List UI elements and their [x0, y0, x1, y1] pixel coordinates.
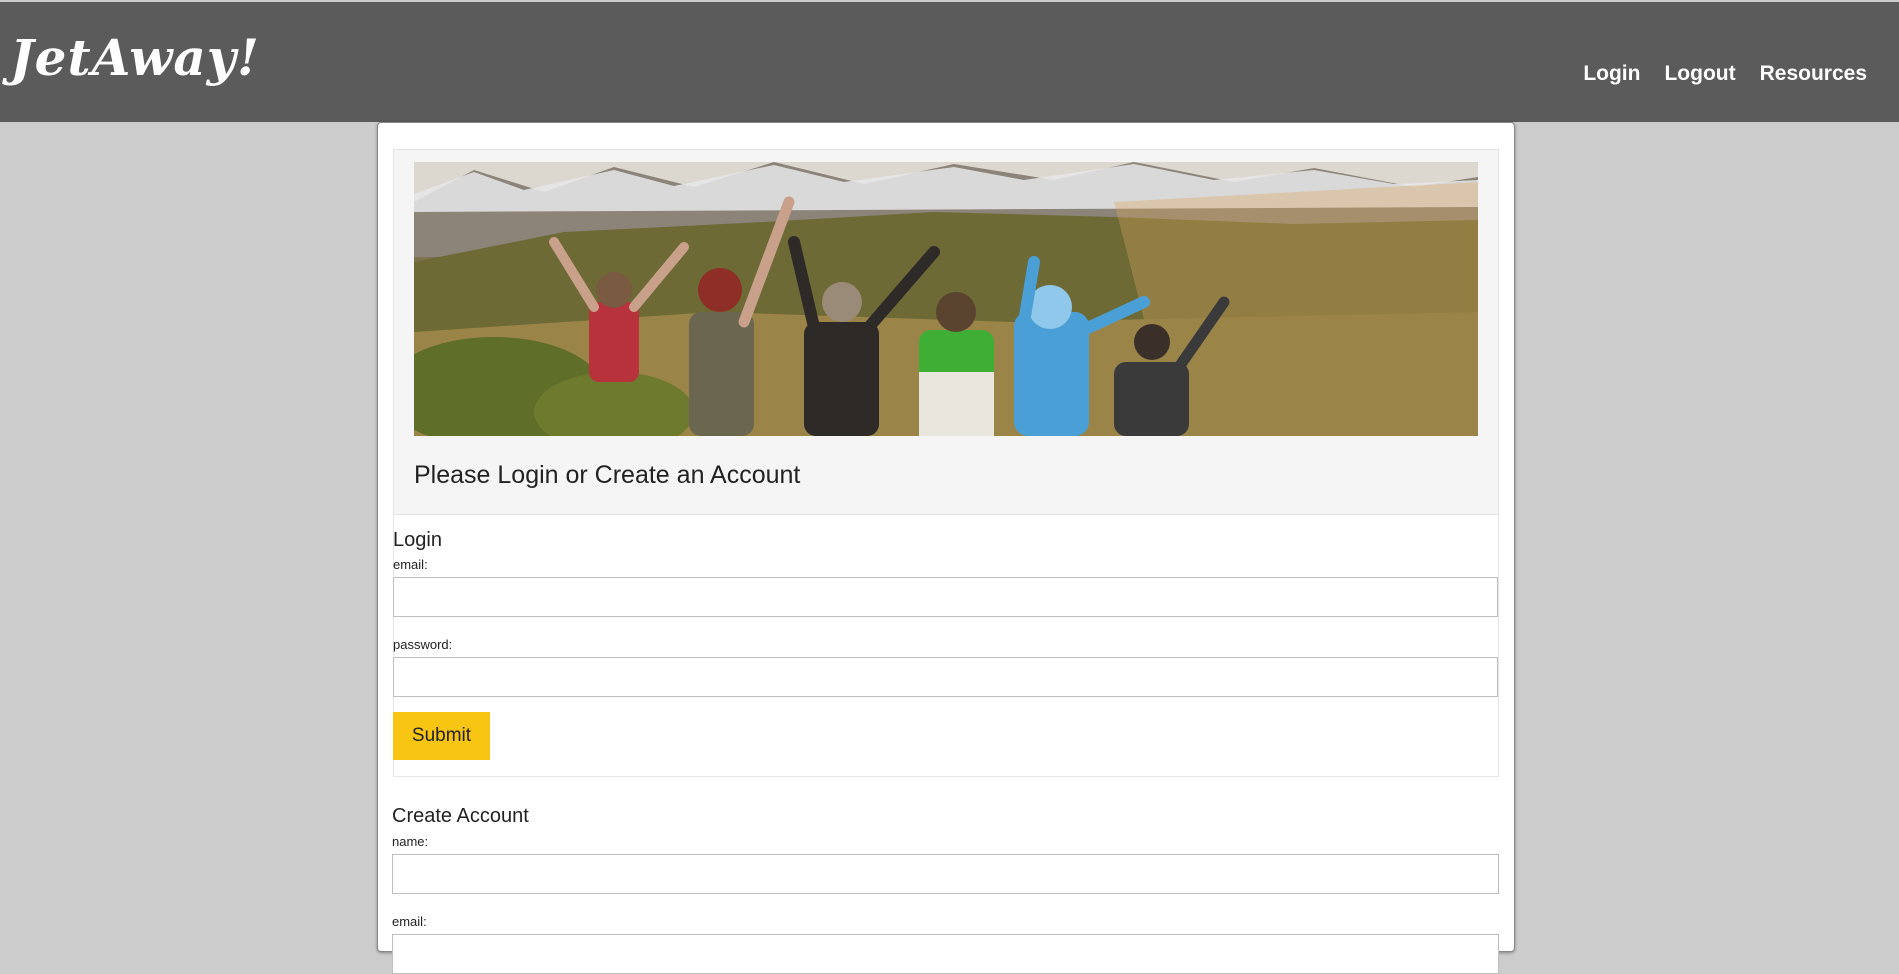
- login-password-input[interactable]: [393, 657, 1498, 697]
- page-title: Please Login or Create an Account: [414, 461, 801, 489]
- nav-login-link[interactable]: Login: [1583, 60, 1640, 88]
- login-email-label: email:: [393, 557, 428, 572]
- create-account-heading: Create Account: [392, 805, 529, 827]
- login-email-input[interactable]: [393, 577, 1498, 617]
- login-password-label: password:: [393, 637, 453, 652]
- login-heading: Login: [393, 529, 442, 551]
- main-nav: Login Logout Resources: [1583, 60, 1867, 88]
- hero-panel: Please Login or Create an Account: [393, 149, 1499, 515]
- top-navigation-bar: JetAway! Login Logout Resources: [0, 2, 1899, 122]
- create-name-input[interactable]: [392, 854, 1499, 894]
- nav-logout-link[interactable]: Logout: [1664, 60, 1735, 88]
- create-email-input[interactable]: [392, 934, 1499, 974]
- main-card: Please Login or Create an Account Login …: [377, 122, 1515, 974]
- create-email-label: email:: [392, 914, 427, 929]
- submit-button[interactable]: Submit: [393, 712, 490, 760]
- login-form: [393, 515, 1499, 777]
- hero-image: [414, 162, 1478, 436]
- create-name-label: name:: [392, 834, 429, 849]
- nav-resources-link[interactable]: Resources: [1760, 60, 1867, 88]
- site-logo[interactable]: JetAway!: [10, 28, 260, 88]
